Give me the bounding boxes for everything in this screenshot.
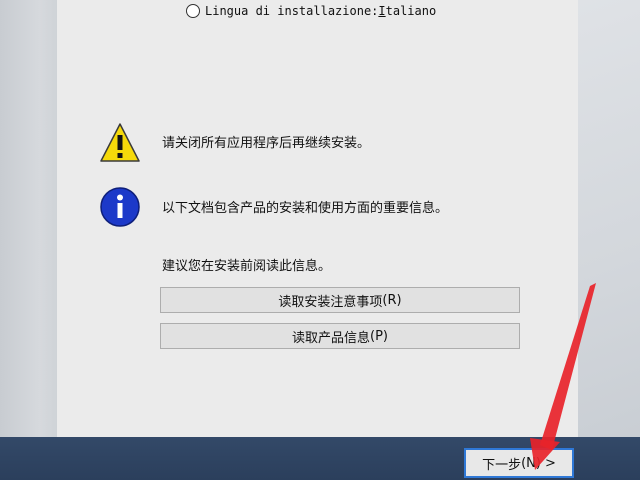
next-accel: (N) <box>521 455 541 471</box>
recommend-read-message: 建议您在安装前阅读此信息。 <box>162 259 332 274</box>
next-arrow-icon: > <box>544 455 556 471</box>
info-icon <box>100 187 140 227</box>
left-desktop-strip <box>0 0 57 437</box>
screen: Lingua di installazione: Italiano 请关闭所有应… <box>0 0 640 480</box>
language-label-rest: taliano <box>385 4 437 18</box>
next-button[interactable]: 下一步 (N) > <box>464 448 574 478</box>
read-product-info-button[interactable]: 读取产品信息 (P) <box>160 323 520 349</box>
language-label-prefix: Lingua di installazione: <box>205 4 379 18</box>
next-label: 下一步 <box>482 457 522 473</box>
installer-dialog <box>57 0 640 437</box>
language-radio-option[interactable]: Lingua di installazione: Italiano <box>186 4 436 18</box>
read-product-info-label: 读取产品信息 <box>292 330 371 346</box>
close-apps-message: 请关闭所有应用程序后再继续安装。 <box>162 136 371 151</box>
warning-icon <box>100 123 140 162</box>
right-desktop-area <box>578 0 640 437</box>
language-radio-button[interactable] <box>186 4 200 18</box>
read-product-info-accel: (P) <box>370 328 388 344</box>
language-label-accel: I <box>378 4 386 18</box>
documents-info-message: 以下文档包含产品的安装和使用方面的重要信息。 <box>162 201 449 216</box>
read-install-notes-label: 读取安装注意事项 <box>278 294 383 310</box>
read-install-notes-button[interactable]: 读取安装注意事项 (R) <box>160 287 520 313</box>
read-install-notes-accel: (R) <box>382 292 402 308</box>
